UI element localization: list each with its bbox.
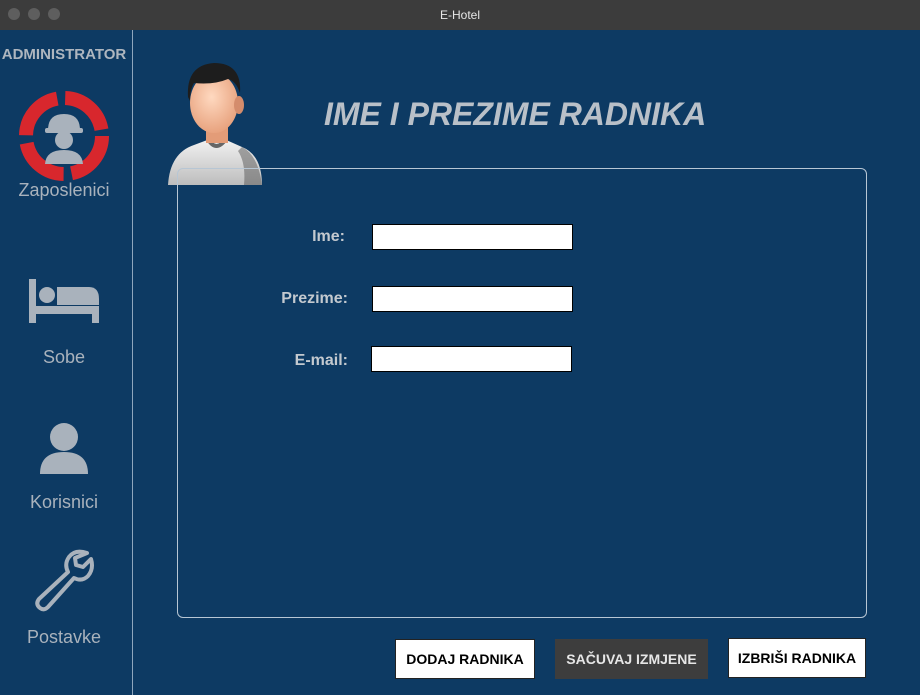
sidebar: ADMINISTRATOR Zaposlenici Sobe Korisnici xyxy=(0,30,133,695)
main-content: IME I PREZIME RADNIKA Ime: Prezime: E-ma… xyxy=(134,30,920,695)
delete-employee-button[interactable]: IZBRIŠI RADNIKA xyxy=(728,638,866,678)
window-title: E-Hotel xyxy=(439,8,480,22)
bed-icon xyxy=(29,279,99,323)
worker-icon xyxy=(19,91,109,181)
employee-form-panel: Ime: Prezime: E-mail: xyxy=(177,168,867,618)
sidebar-item-sobe[interactable]: Sobe xyxy=(0,275,128,368)
first-name-field[interactable] xyxy=(372,224,573,250)
sidebar-item-korisnici[interactable]: Korisnici xyxy=(0,422,128,513)
save-changes-button[interactable]: SAČUVAJ IZMJENE xyxy=(555,639,708,679)
email-label: E-mail: xyxy=(294,352,348,369)
role-label: ADMINISTRATOR xyxy=(1,46,127,63)
email-field[interactable] xyxy=(371,346,572,372)
add-employee-button[interactable]: DODAJ RADNIKA xyxy=(395,639,535,679)
page-title: IME I PREZIME RADNIKA xyxy=(324,96,707,132)
sidebar-item-label: Zaposlenici xyxy=(18,180,110,200)
first-name-label: Ime: xyxy=(312,228,345,245)
sidebar-item-label: Korisnici xyxy=(29,492,99,512)
sidebar-item-label: Sobe xyxy=(42,347,86,367)
last-name-label: Prezime: xyxy=(281,290,348,307)
sidebar-item-zaposlenici[interactable]: Zaposlenici xyxy=(0,90,128,201)
last-name-field[interactable] xyxy=(372,286,573,312)
wrench-icon xyxy=(35,549,94,612)
sidebar-item-label: Postavke xyxy=(26,627,102,647)
sidebar-item-postavke[interactable]: Postavke xyxy=(0,547,128,648)
window-titlebar: E-Hotel xyxy=(0,0,920,30)
user-icon xyxy=(40,423,88,474)
